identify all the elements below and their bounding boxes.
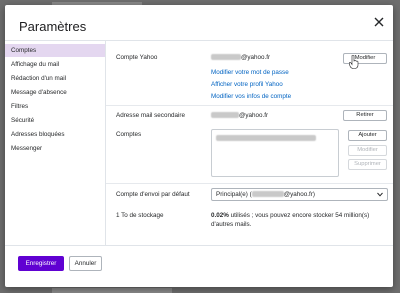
- select-suffix: @yahoo.fr): [283, 191, 315, 198]
- default-send-select[interactable]: Principal(e) ( @yahoo.fr): [211, 188, 388, 201]
- redacted-username: [251, 191, 284, 198]
- sidebar-item-redaction[interactable]: Rédaction d'un mail: [5, 72, 105, 85]
- settings-content: Compte Yahoo @yahoo.fr Modifier Modifier…: [106, 41, 393, 245]
- accounts-listbox[interactable]: [211, 129, 339, 177]
- secondary-email-value: @yahoo.fr: [211, 112, 268, 120]
- modify-list-account-button[interactable]: Modifier: [348, 145, 387, 156]
- sidebar-item-comptes[interactable]: Comptes: [5, 44, 105, 57]
- sidebar-item-securite[interactable]: Sécurité: [5, 114, 105, 127]
- sidebar-item-filtres[interactable]: Filtres: [5, 100, 105, 113]
- yahoo-account-label: Compte Yahoo: [116, 54, 158, 61]
- dialog-title: Paramètres: [19, 19, 87, 34]
- add-account-button[interactable]: Ajouter: [348, 130, 387, 141]
- divider: [106, 183, 393, 184]
- email-domain: @yahoo.fr: [241, 54, 271, 61]
- chevron-down-icon: [377, 192, 383, 197]
- divider: [106, 105, 393, 106]
- sidebar-item-adresses-bloquees[interactable]: Adresses bloquées: [5, 128, 105, 141]
- sidebar-item-absence[interactable]: Message d'absence: [5, 86, 105, 99]
- storage-percent: 0.02%: [211, 212, 229, 219]
- select-prefix: Principal(e) (: [216, 191, 252, 198]
- storage-label: 1 To de stockage: [116, 212, 164, 219]
- settings-sidebar: Comptes Affichage du mail Rédaction d'un…: [5, 41, 106, 245]
- storage-description: utilisés ; vous pouvez encore stocker 54…: [211, 212, 370, 228]
- email-domain: @yahoo.fr: [239, 112, 269, 119]
- cancel-button[interactable]: Annuler: [69, 256, 102, 271]
- accounts-label: Comptes: [116, 131, 142, 138]
- sidebar-item-affichage[interactable]: Affichage du mail: [5, 58, 105, 71]
- close-icon[interactable]: [372, 15, 386, 29]
- delete-account-button[interactable]: Supprimer: [348, 159, 387, 170]
- default-send-label: Compte d'envoi par défaut: [116, 191, 190, 198]
- view-profile-link[interactable]: Afficher votre profil Yahoo: [211, 81, 283, 89]
- save-button[interactable]: Enregistrer: [18, 256, 64, 271]
- remove-secondary-button[interactable]: Retirer: [343, 110, 387, 121]
- secondary-email-label: Adresse mail secondaire: [116, 112, 185, 119]
- change-password-link[interactable]: Modifier votre mot de passe: [211, 69, 289, 77]
- yahoo-account-email: @yahoo.fr: [211, 54, 270, 62]
- settings-dialog: Paramètres Comptes Affichage du mail Réd…: [5, 5, 393, 287]
- divider: [5, 245, 393, 246]
- redacted-username: [211, 54, 241, 61]
- storage-info: 0.02% utilisés ; vous pouvez encore stoc…: [211, 212, 389, 229]
- redacted-account-entry[interactable]: [216, 135, 316, 141]
- edit-account-info-link[interactable]: Modifier vos infos de compte: [211, 93, 291, 101]
- sidebar-item-messenger[interactable]: Messenger: [5, 142, 105, 155]
- backdrop-text: [52, 288, 172, 293]
- redacted-username: [211, 112, 239, 119]
- hand-cursor-icon: [349, 55, 359, 69]
